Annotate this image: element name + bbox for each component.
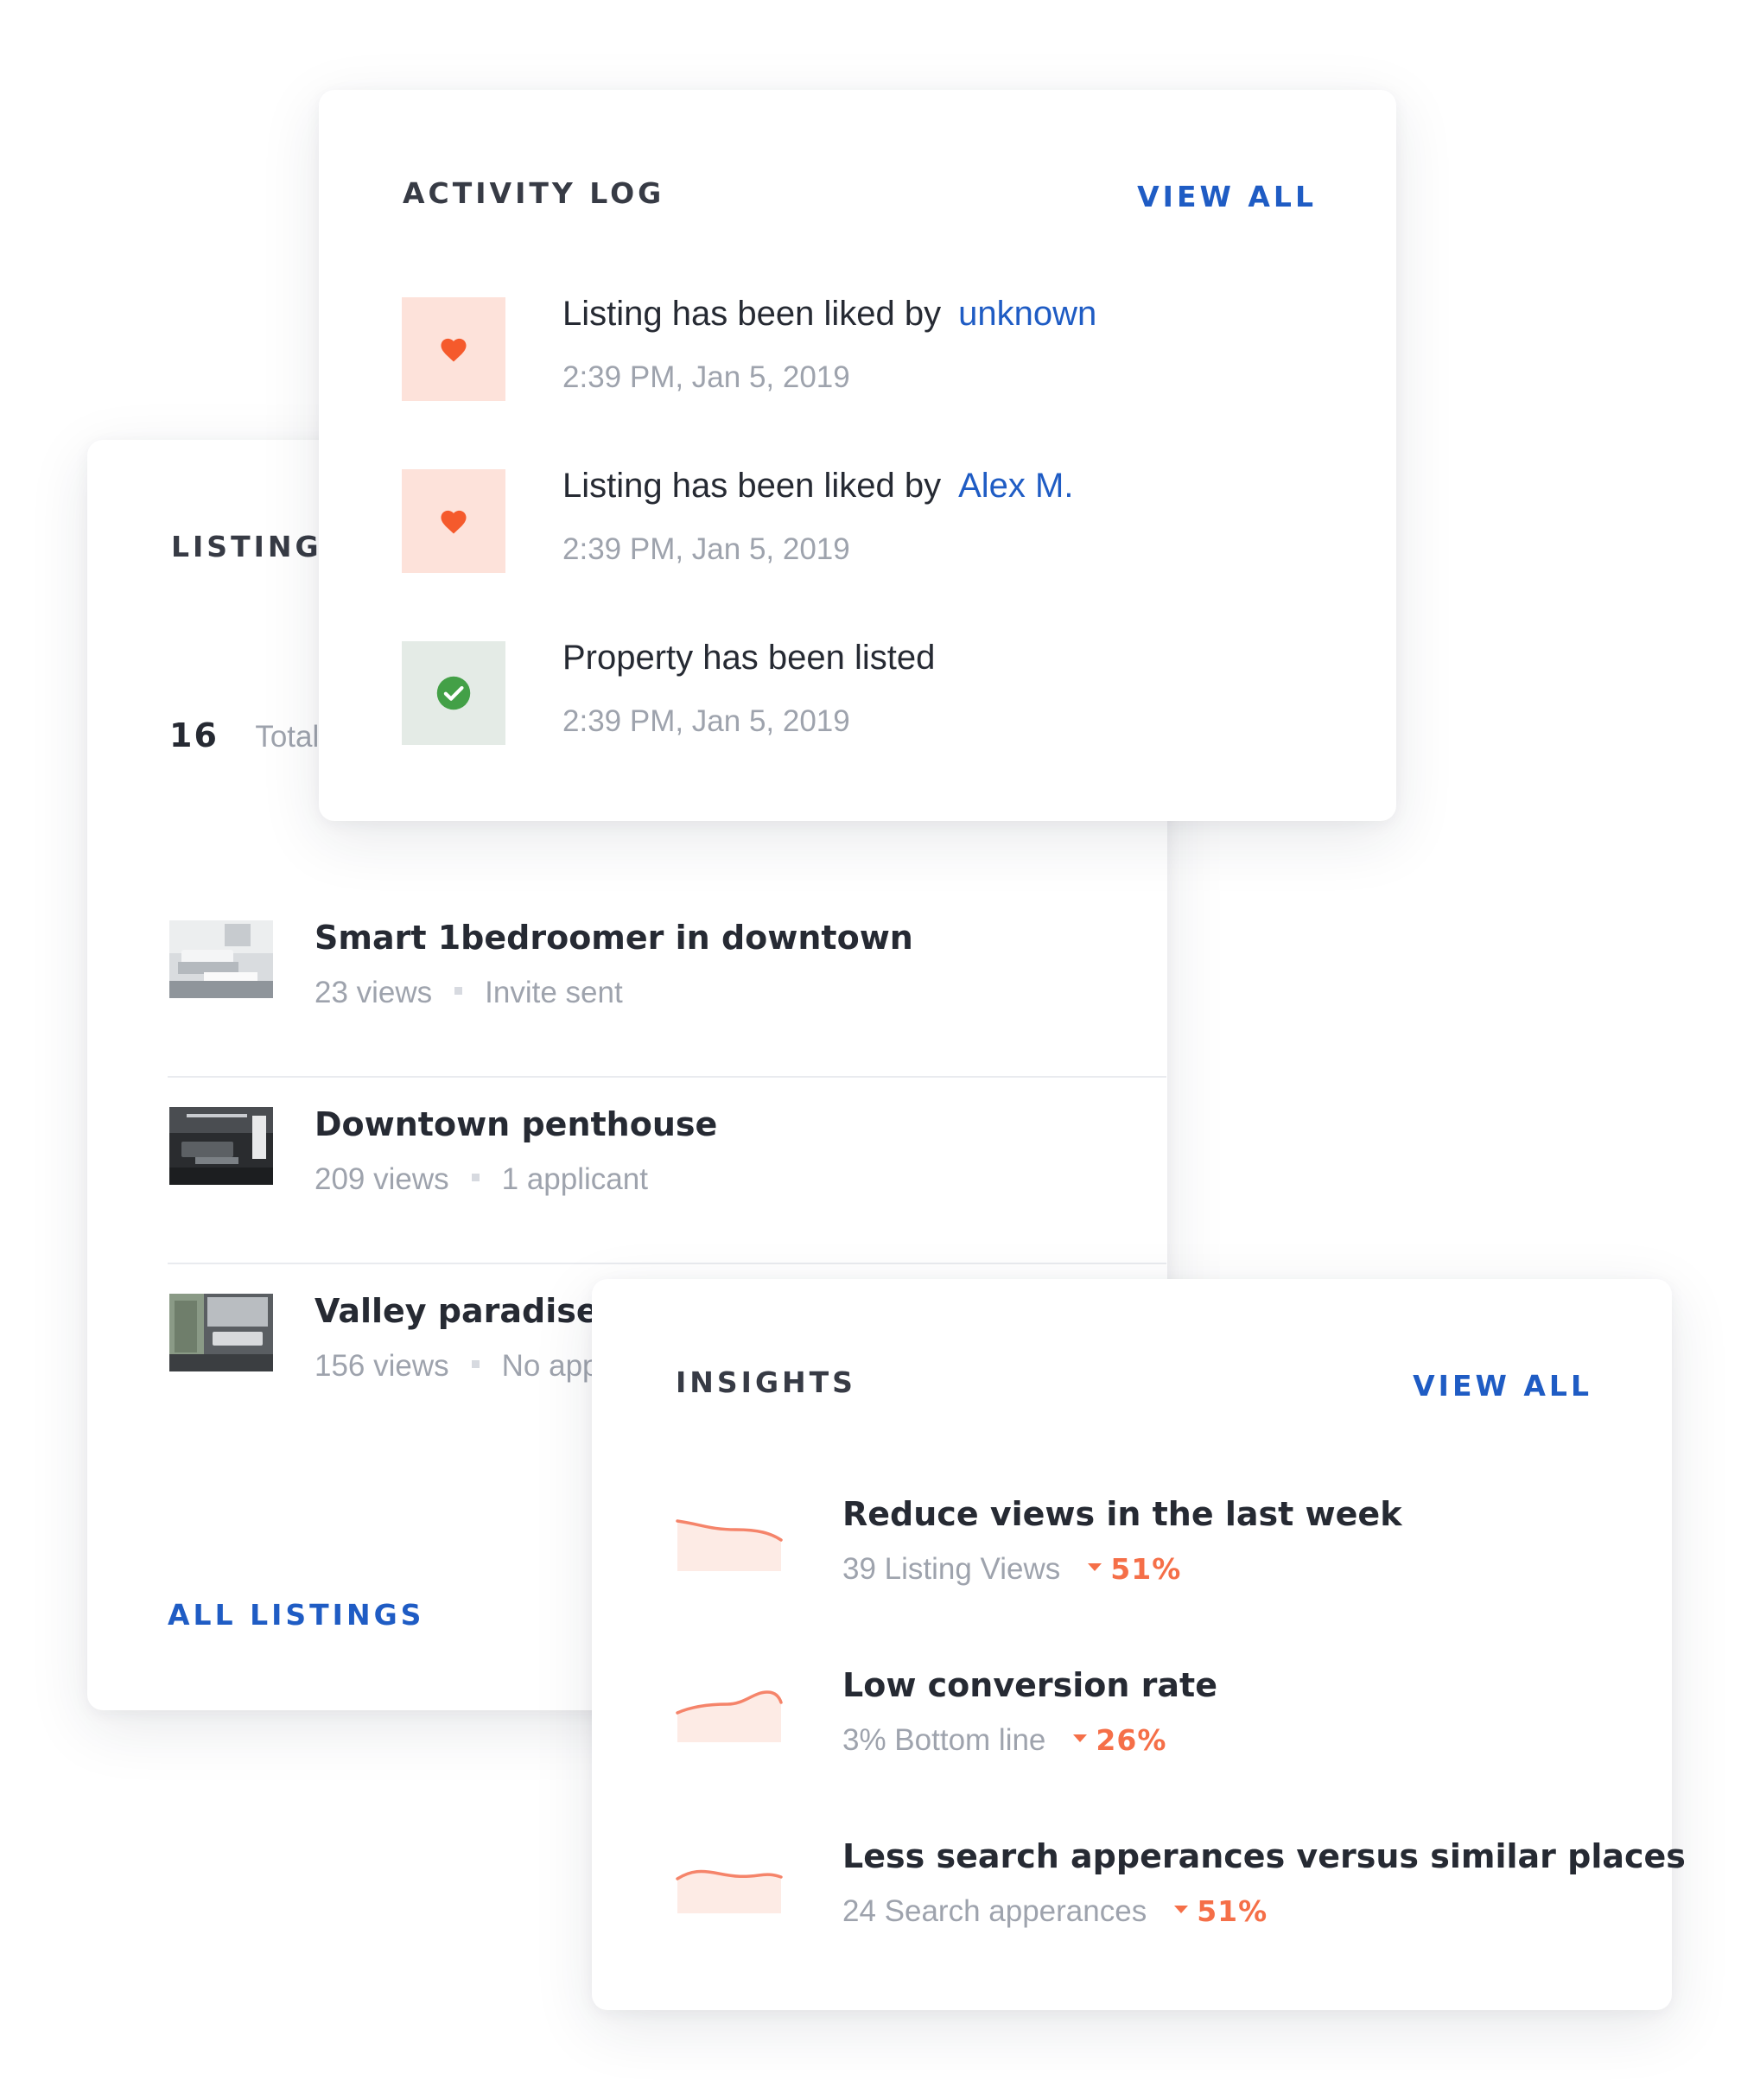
insight-title: Low conversion rate: [842, 1666, 1217, 1704]
listings-total-count: 16: [169, 716, 219, 754]
activity-timestamp: 2:39 PM, Jan 5, 2019: [562, 360, 850, 394]
caret-down-icon: [1073, 1734, 1088, 1743]
listing-status: 1 applicant: [501, 1162, 648, 1196]
activity-view-all-link[interactable]: VIEW ALL: [1137, 180, 1317, 213]
activity-icon-box: [402, 469, 505, 573]
insight-change: 26%: [1096, 1723, 1167, 1757]
listing-thumbnail: [169, 1107, 273, 1185]
listing-thumbnail: [169, 1294, 273, 1371]
activity-text: Listing has been liked by Alex M.: [562, 467, 1073, 506]
heart-icon: [441, 510, 467, 534]
caret-down-icon: [1174, 1906, 1189, 1914]
trend-sparkline-icon: [676, 1869, 783, 1913]
insight-change: 51%: [1197, 1894, 1268, 1928]
insight-title: Reduce views in the last week: [842, 1495, 1402, 1533]
insight-change: 51%: [1110, 1552, 1182, 1586]
insight-meta: 39 Listing Views 51%: [842, 1552, 1181, 1587]
activity-user-link[interactable]: unknown: [958, 295, 1096, 333]
insight-meta: 3% Bottom line 26%: [842, 1723, 1166, 1758]
trend-sparkline-icon: [676, 1690, 783, 1742]
activity-item: Property has been listed 2:39 PM, Jan 5,…: [402, 639, 1318, 754]
activity-icon-box: [402, 641, 505, 745]
listing-item[interactable]: Downtown penthouse 209 views 1 applicant: [168, 1076, 1166, 1264]
activity-log-card: ACTIVITY LOG VIEW ALL Listing has been l…: [319, 90, 1396, 821]
activity-text: Property has been listed: [562, 639, 935, 678]
separator-dot: [471, 1360, 480, 1369]
listing-thumbnail: [169, 920, 273, 998]
activity-description: Listing has been liked by: [562, 467, 942, 505]
heart-icon: [441, 338, 467, 362]
activity-icon-box: [402, 297, 505, 401]
insight-meta: 24 Search apperances 51%: [842, 1894, 1268, 1929]
listing-views: 156 views: [315, 1349, 449, 1383]
insights-heading: INSIGHTS: [676, 1365, 856, 1399]
listing-title: Smart 1bedroomer in downtown: [315, 919, 913, 957]
activity-log-heading: ACTIVITY LOG: [403, 176, 665, 210]
listings-total-label: Total: [255, 720, 320, 754]
activity-item: Listing has been liked by Alex M. 2:39 PM…: [402, 467, 1318, 582]
listing-views: 209 views: [315, 1162, 449, 1196]
listing-status: Invite sent: [485, 976, 623, 1009]
trend-sparkline-icon: [676, 1519, 783, 1571]
insight-metric: 3% Bottom line: [842, 1723, 1046, 1757]
insights-view-all-link[interactable]: VIEW ALL: [1413, 1369, 1592, 1403]
activity-timestamp: 2:39 PM, Jan 5, 2019: [562, 532, 850, 566]
insight-metric: 39 Listing Views: [842, 1552, 1061, 1586]
listing-meta: 156 views No app: [315, 1349, 600, 1384]
activity-timestamp: 2:39 PM, Jan 5, 2019: [562, 704, 850, 738]
listing-status: No app: [501, 1349, 600, 1383]
activity-text: Listing has been liked by unknown: [562, 295, 1096, 334]
insights-card: INSIGHTS VIEW ALL Reduce views in the la…: [592, 1279, 1686, 2010]
listing-meta: 209 views 1 applicant: [315, 1162, 648, 1197]
listings-total: 16 Total: [169, 716, 319, 754]
check-circle-icon: [436, 676, 471, 710]
listing-title: Valley paradise c: [315, 1292, 630, 1330]
separator-dot: [454, 987, 463, 996]
activity-user-link[interactable]: Alex M.: [958, 467, 1073, 505]
caret-down-icon: [1088, 1563, 1102, 1572]
listing-views: 23 views: [315, 976, 433, 1009]
activity-description: Listing has been liked by: [562, 295, 942, 333]
all-listings-link[interactable]: ALL LISTINGS: [168, 1598, 424, 1632]
listing-item[interactable]: Smart 1bedroomer in downtown 23 views Inv…: [168, 889, 1166, 1078]
insight-item[interactable]: Low conversion rate 3% Bottom line 26%: [676, 1666, 1626, 1787]
insight-item[interactable]: Less search apperances versus similar pl…: [676, 1837, 1686, 1958]
insight-title: Less search apperances versus similar pl…: [842, 1837, 1686, 1875]
separator-dot: [471, 1174, 480, 1182]
insight-item[interactable]: Reduce views in the last week 39 Listing…: [676, 1495, 1626, 1616]
insight-metric: 24 Search apperances: [842, 1894, 1147, 1928]
activity-item: Listing has been liked by unknown 2:39 PM…: [402, 295, 1318, 410]
listing-title: Downtown penthouse: [315, 1105, 718, 1143]
listing-meta: 23 views Invite sent: [315, 976, 623, 1010]
activity-description: Property has been listed: [562, 639, 936, 677]
